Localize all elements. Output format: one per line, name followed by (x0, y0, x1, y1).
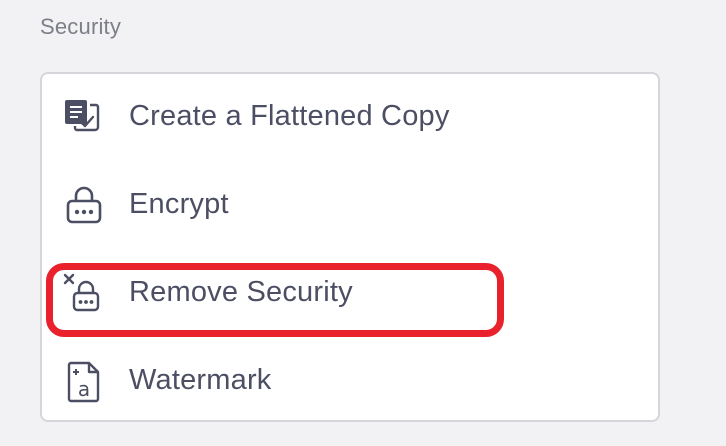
section-title: Security (40, 14, 122, 39)
menu-item-watermark[interactable]: a Watermark (42, 338, 658, 426)
menu-item-label: Watermark (129, 364, 272, 396)
unlock-remove-icon (62, 272, 106, 316)
watermark-icon: a (62, 360, 106, 404)
svg-text:a: a (78, 377, 90, 401)
menu-item-remove-security[interactable]: Remove Security (42, 250, 658, 338)
flattened-copy-icon (62, 96, 106, 140)
menu-item-encrypt[interactable]: Encrypt (42, 162, 658, 250)
menu-item-label: Create a Flattened Copy (129, 100, 450, 132)
menu-item-label: Remove Security (129, 276, 353, 308)
menu-item-label: Encrypt (129, 188, 229, 220)
security-menu-panel: Create a Flattened Copy Encrypt Remove S… (40, 72, 660, 422)
lock-icon (62, 184, 106, 228)
menu-item-create-flattened-copy[interactable]: Create a Flattened Copy (42, 74, 658, 162)
